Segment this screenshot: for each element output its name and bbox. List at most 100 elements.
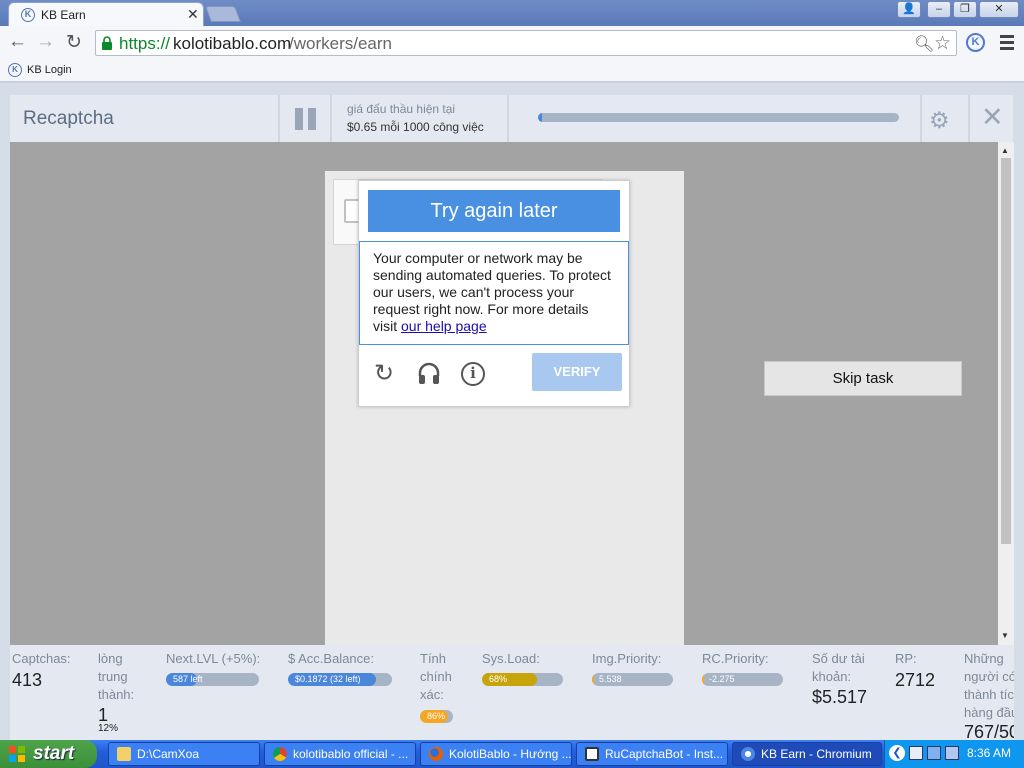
url-scheme: https:// — [119, 34, 171, 53]
tray-app-icon[interactable] — [909, 746, 923, 760]
refresh-icon[interactable]: ↻ — [374, 359, 394, 388]
system-tray: ❮ 8:36 AM — [884, 740, 1024, 768]
stat-balance-text: $0.1872 (32 left) — [295, 674, 361, 684]
folder-icon — [117, 747, 131, 761]
help-page-link[interactable]: our help page — [401, 318, 487, 334]
scroll-thumb[interactable] — [1001, 158, 1011, 544]
chromium-icon — [741, 747, 755, 761]
chrome-icon — [273, 747, 287, 761]
lock-icon — [102, 36, 112, 50]
url-path: /workers/earn — [289, 34, 392, 53]
address-bar[interactable]: https:// kolotibablo.com /workers/earn 🔍… — [95, 30, 957, 56]
stat-loyalty-sub: 12% — [98, 723, 119, 734]
firefox-icon — [429, 747, 443, 761]
stat-nextlvl-text: 587 left — [173, 674, 203, 684]
bid-label: giá đấu thầu hiện tại — [347, 102, 456, 116]
kb-extension-icon[interactable]: K — [966, 33, 985, 52]
new-tab-button[interactable] — [205, 6, 241, 22]
stat-balance-bar: $0.1872 (32 left) — [288, 673, 392, 686]
app-window-icon — [585, 747, 599, 761]
clock: 8:36 AM — [967, 746, 1012, 760]
stat-captchas-label: Captchas: — [12, 651, 71, 666]
bookmark-star-icon[interactable]: ☆ — [934, 32, 951, 55]
recaptcha-challenge: Try again later Your computer or network… — [358, 180, 630, 407]
taskbar-item-chrome[interactable]: kolotibablo official - ... — [264, 742, 416, 766]
scroll-up-icon[interactable]: ▲ — [1001, 146, 1009, 155]
stat-accuracy-bar: 86% — [420, 710, 453, 723]
stat-sysload-label: Sys.Load: — [482, 651, 540, 666]
menu-icon[interactable] — [1000, 35, 1014, 53]
verify-button[interactable]: VERIFY — [532, 353, 622, 391]
url-host: kolotibablo.com — [173, 34, 292, 53]
taskbar: start D:\CamXoa kolotibablo official - .… — [0, 740, 1024, 768]
profile-icon[interactable]: 👤 — [897, 1, 921, 18]
stat-imgprio-text: 5.538 — [599, 674, 622, 684]
scroll-down-icon[interactable]: ▼ — [1001, 631, 1009, 640]
stat-accuracy-label: Tính chính xác: — [420, 651, 452, 702]
app-header: Recaptcha giá đấu thầu hiện tại $0.65 mỗ… — [10, 95, 1013, 142]
reload-icon[interactable]: ↻ — [66, 31, 82, 54]
headphones-icon[interactable] — [417, 361, 441, 385]
taskbar-item-label: KolotiBablo - Hướng ... — [449, 747, 572, 761]
zoom-icon[interactable]: 🔍︎ — [914, 34, 934, 54]
tray-chevron-icon[interactable]: ❮ — [889, 745, 905, 761]
stat-balance-label: $ Acc.Balance: — [288, 651, 374, 666]
taskbar-item-label: kolotibablo official - ... — [293, 747, 409, 761]
minimize-icon[interactable]: – — [927, 1, 951, 18]
tab-close-icon[interactable]: ✕ — [187, 6, 199, 23]
bookmarks-bar: K KB Login — [0, 60, 1024, 82]
challenge-title: Try again later — [368, 190, 620, 232]
taskbar-item-label: D:\CamXoa — [137, 747, 200, 761]
forward-icon[interactable]: → — [36, 31, 55, 53]
start-label: start — [33, 743, 75, 764]
browser-tab[interactable]: K KB Earn ✕ — [8, 2, 204, 26]
divider — [330, 95, 332, 142]
tray-network-icon[interactable] — [927, 746, 941, 760]
stat-top-value: 767/500 — [964, 722, 1014, 740]
divider — [920, 95, 922, 142]
start-button[interactable]: start — [0, 740, 97, 768]
stat-rcprio-label: RC.Priority: — [702, 651, 769, 666]
task-progress-bar — [538, 113, 899, 122]
challenge-message: Your computer or network may be sending … — [359, 241, 629, 345]
stat-sysload-text: 68% — [489, 674, 508, 684]
tab-title: KB Earn — [41, 8, 86, 22]
taskbar-item-bot[interactable]: RuCaptchaBot - Inst... — [576, 742, 728, 766]
stat-sysload-bar: 68% — [482, 673, 563, 686]
stat-nextlvl-label: Next.LVL (+5%): — [166, 651, 261, 666]
stat-imgprio-label: Img.Priority: — [592, 651, 662, 666]
gear-icon[interactable]: ⚙ — [929, 107, 950, 134]
back-icon[interactable]: ← — [8, 31, 27, 53]
stat-imgprio-fill — [592, 673, 594, 686]
stat-accuracy-text: 86% — [427, 711, 446, 721]
divider — [278, 95, 280, 142]
restore-icon[interactable]: ❐ — [953, 1, 977, 18]
taskbar-item-chromium[interactable]: KB Earn - Chromium — [732, 742, 882, 766]
taskbar-item-folder[interactable]: D:\CamXoa — [108, 742, 260, 766]
close-icon[interactable]: ✕ — [981, 102, 1004, 133]
kb-bookmark-icon: K — [8, 63, 22, 77]
taskbar-item-label: RuCaptchaBot - Inst... — [605, 747, 724, 761]
stat-rcprio-text: -2.275 — [709, 674, 735, 684]
taskbar-item-firefox[interactable]: KolotiBablo - Hướng ... — [420, 742, 572, 766]
pause-icon[interactable] — [295, 108, 317, 130]
kb-favicon-icon: K — [21, 8, 35, 22]
divider — [507, 95, 509, 142]
stat-captchas-value: 413 — [12, 670, 43, 690]
stat-rcprio-fill — [702, 673, 704, 686]
scrollbar[interactable]: ▲ ▼ — [998, 142, 1014, 645]
stat-top-label: Những người có thành tích hàng đầu: — [964, 651, 1014, 720]
page-title: Recaptcha — [23, 108, 114, 129]
stats-bar: Captchas: 413 lòng trung thành: 1 12% Ne… — [10, 645, 1014, 740]
windows-flag-icon — [9, 746, 25, 762]
stat-balance2-value: $5.517 — [812, 687, 868, 707]
stat-rcprio-bar: -2.275 — [702, 673, 783, 686]
info-icon[interactable]: i — [461, 362, 485, 386]
tray-volume-icon[interactable] — [945, 746, 959, 760]
window-close-icon[interactable]: ✕ — [979, 1, 1019, 18]
stat-rp-label: RP: — [895, 651, 917, 666]
stat-loyalty-label: lòng trung thành: — [98, 651, 135, 702]
bookmark-kb-login[interactable]: KB Login — [27, 64, 72, 76]
skip-task-button[interactable]: Skip task — [764, 361, 962, 396]
task-progress-fill — [538, 113, 542, 122]
